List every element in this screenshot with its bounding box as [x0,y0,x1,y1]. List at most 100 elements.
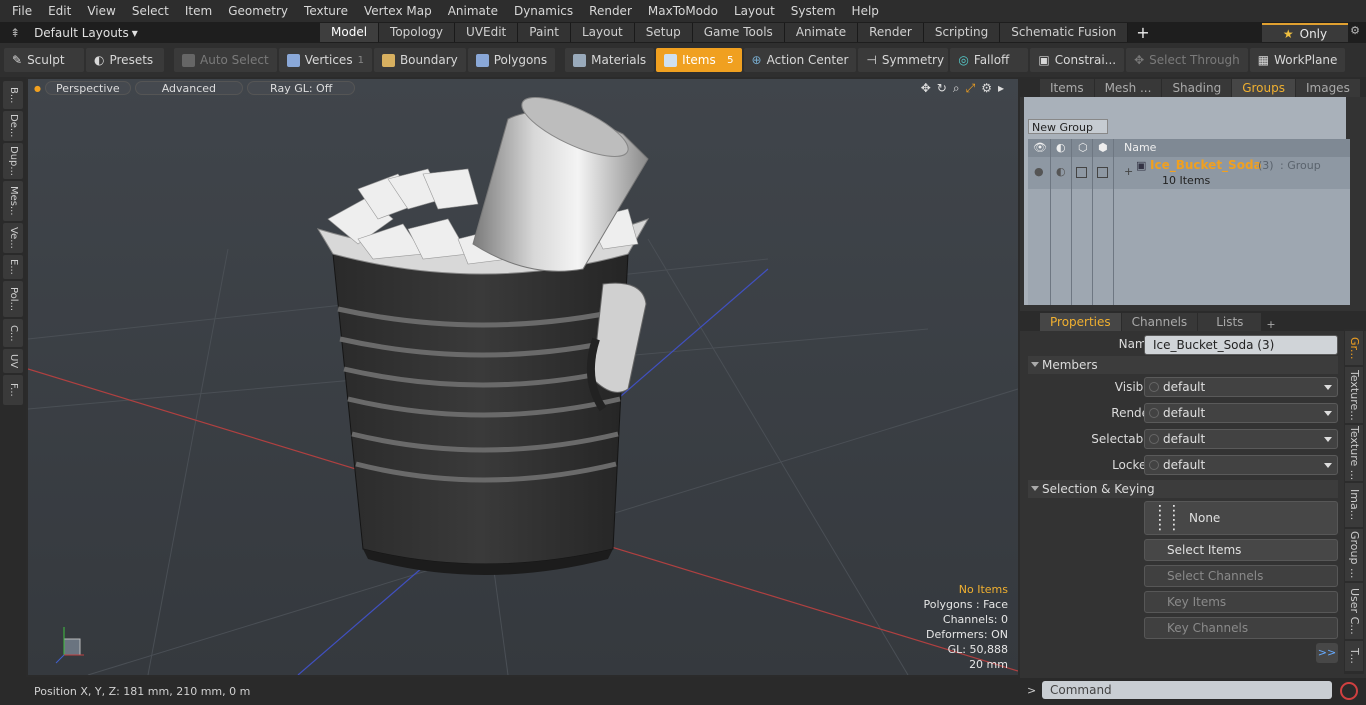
render-dropdown[interactable]: default [1144,403,1338,423]
left-tab-curve[interactable]: C... [3,319,23,347]
tab-layout[interactable]: Layout [570,23,635,42]
selectable-dropdown[interactable]: default [1144,429,1338,449]
row-eye-icon[interactable]: ● [1034,165,1044,178]
more-button[interactable]: >> [1316,643,1338,663]
left-tab-edge[interactable]: E... [3,255,23,279]
select-icon[interactable]: ⬡ [1078,141,1088,154]
perspective-dropdown[interactable]: Perspective [44,81,131,95]
vertices-button[interactable]: Vertices 1 [278,48,372,72]
left-tab-fusion[interactable]: F... [3,375,23,405]
3d-viewport[interactable]: ● Perspective Advanced Ray GL: Off ✥ ↻ ⌕… [28,79,1018,675]
menu-maxtomodo[interactable]: MaxToModo [640,0,726,22]
eye-icon[interactable]: 👁 [1033,141,1047,154]
row-select-box[interactable] [1076,167,1087,178]
key-items-button[interactable]: Key Items [1144,591,1338,613]
menu-select[interactable]: Select [124,0,177,22]
side-tab-user-channels[interactable]: User C... [1345,583,1363,639]
menu-edit[interactable]: Edit [40,0,79,22]
row-lock-box[interactable] [1097,167,1108,178]
workplane-button[interactable]: ▦ WorkPlane [1249,48,1346,72]
tab-properties[interactable]: Properties [1040,313,1121,331]
group-row[interactable]: ● ◐ + ▣ Ice_Bucket_Soda (3) : Group 10 I… [1028,157,1350,189]
tab-mesh[interactable]: Mesh ... [1094,79,1162,97]
maximize-icon[interactable]: ⤢ [966,81,976,96]
record-icon[interactable] [1340,682,1358,700]
polygons-button[interactable]: Polygons [467,48,556,72]
select-items-button[interactable]: Select Items [1144,539,1338,561]
constraints-button[interactable]: ▣ Constrai... [1030,48,1125,72]
row-render-icon[interactable]: ◐ [1056,165,1066,178]
viewport-gear-icon[interactable]: ⚙ [981,81,992,96]
tab-shading[interactable]: Shading [1162,79,1232,97]
play-arrow-icon[interactable]: ▸ [998,81,1004,96]
menu-layout[interactable]: Layout [726,0,783,22]
add-panel-tab-icon[interactable]: + [1361,84,1366,97]
tab-groups[interactable]: Groups [1232,79,1295,97]
tab-topology[interactable]: Topology [379,23,456,42]
move-icon[interactable]: ✥ [921,81,931,96]
tab-lists[interactable]: Lists [1198,313,1262,331]
lock-icon[interactable]: ⬢ [1098,141,1108,154]
side-tab-group-2[interactable]: Group ... [1345,529,1363,581]
menu-file[interactable]: File [4,0,40,22]
add-tab-icon[interactable]: + [1128,23,1157,42]
tab-animate[interactable]: Animate [784,23,859,42]
menu-help[interactable]: Help [844,0,887,22]
tab-scripting[interactable]: Scripting [923,23,1001,42]
left-tab-deform[interactable]: De... [3,111,23,141]
menu-geometry[interactable]: Geometry [220,0,296,22]
key-channels-button[interactable]: Key Channels [1144,617,1338,639]
only-button[interactable]: ★ Only [1262,23,1348,42]
items-button[interactable]: Items 5 [656,48,742,72]
render-icon[interactable]: ◐ [1056,141,1066,154]
expand-icon[interactable]: + [1124,165,1133,178]
select-channels-button[interactable]: Select Channels [1144,565,1338,587]
menu-texture[interactable]: Texture [296,0,356,22]
menu-system[interactable]: System [783,0,844,22]
left-tab-duplicate[interactable]: Dup... [3,143,23,179]
side-tab-texture-1[interactable]: Texture... [1345,367,1363,423]
menu-view[interactable]: View [79,0,123,22]
symmetry-button[interactable]: ⊣ Symmetry [858,48,949,72]
tab-images[interactable]: Images [1295,79,1360,97]
side-tab-group[interactable]: Gr... [1345,331,1363,365]
presets-button[interactable]: ◐ Presets [86,48,164,72]
name-field[interactable]: Ice_Bucket_Soda (3) [1144,335,1338,355]
select-through-button[interactable]: ✥ Select Through [1126,48,1248,72]
falloff-button[interactable]: ◎ Falloff [950,48,1029,72]
menu-dynamics[interactable]: Dynamics [506,0,581,22]
tab-channels[interactable]: Channels [1121,313,1198,331]
name-column-header[interactable]: Name [1124,141,1156,154]
tab-render[interactable]: Render [858,23,924,42]
menu-animate[interactable]: Animate [440,0,506,22]
sculpt-button[interactable]: ✎ Sculpt [4,48,84,72]
left-tab-uv[interactable]: UV [3,349,23,373]
raygl-dropdown[interactable]: Ray GL: Off [247,81,356,95]
advanced-dropdown[interactable]: Advanced [134,81,244,95]
menu-vertex-map[interactable]: Vertex Map [356,0,440,22]
visible-dropdown[interactable]: default [1144,377,1338,397]
new-group-button[interactable]: New Group [1028,119,1108,134]
rotate-icon[interactable]: ↻ [937,81,947,96]
tab-paint[interactable]: Paint [518,23,571,42]
tab-setup[interactable]: Setup [634,23,693,42]
selection-keying-section[interactable]: Selection & Keying [1028,480,1338,498]
side-tab-texture-2[interactable]: Texture ... [1345,425,1363,481]
left-tab-mesh[interactable]: Mes... [3,181,23,221]
add-properties-tab-icon[interactable]: + [1262,318,1279,331]
tab-model[interactable]: Model [320,23,380,42]
none-button[interactable]: ⋮⋮ ⋮⋮ None [1144,501,1338,535]
tab-game-tools[interactable]: Game Tools [692,23,785,42]
layouts-dropdown[interactable]: ⇞ Default Layouts ▾ [0,26,320,40]
menu-render[interactable]: Render [581,0,640,22]
locked-dropdown[interactable]: default [1144,455,1338,475]
left-tab-vertex[interactable]: Ve... [3,223,23,253]
tab-items[interactable]: Items [1040,79,1094,97]
menu-item[interactable]: Item [177,0,220,22]
gear-icon[interactable]: ⚙ [1350,24,1360,37]
tab-uvedit[interactable]: UVEdit [455,23,519,42]
tab-schematic-fusion[interactable]: Schematic Fusion [1000,23,1129,42]
zoom-icon[interactable]: ⌕ [953,81,960,96]
side-tab-image[interactable]: Ima... [1345,483,1363,527]
auto-select-button[interactable]: Auto Select [174,48,277,72]
